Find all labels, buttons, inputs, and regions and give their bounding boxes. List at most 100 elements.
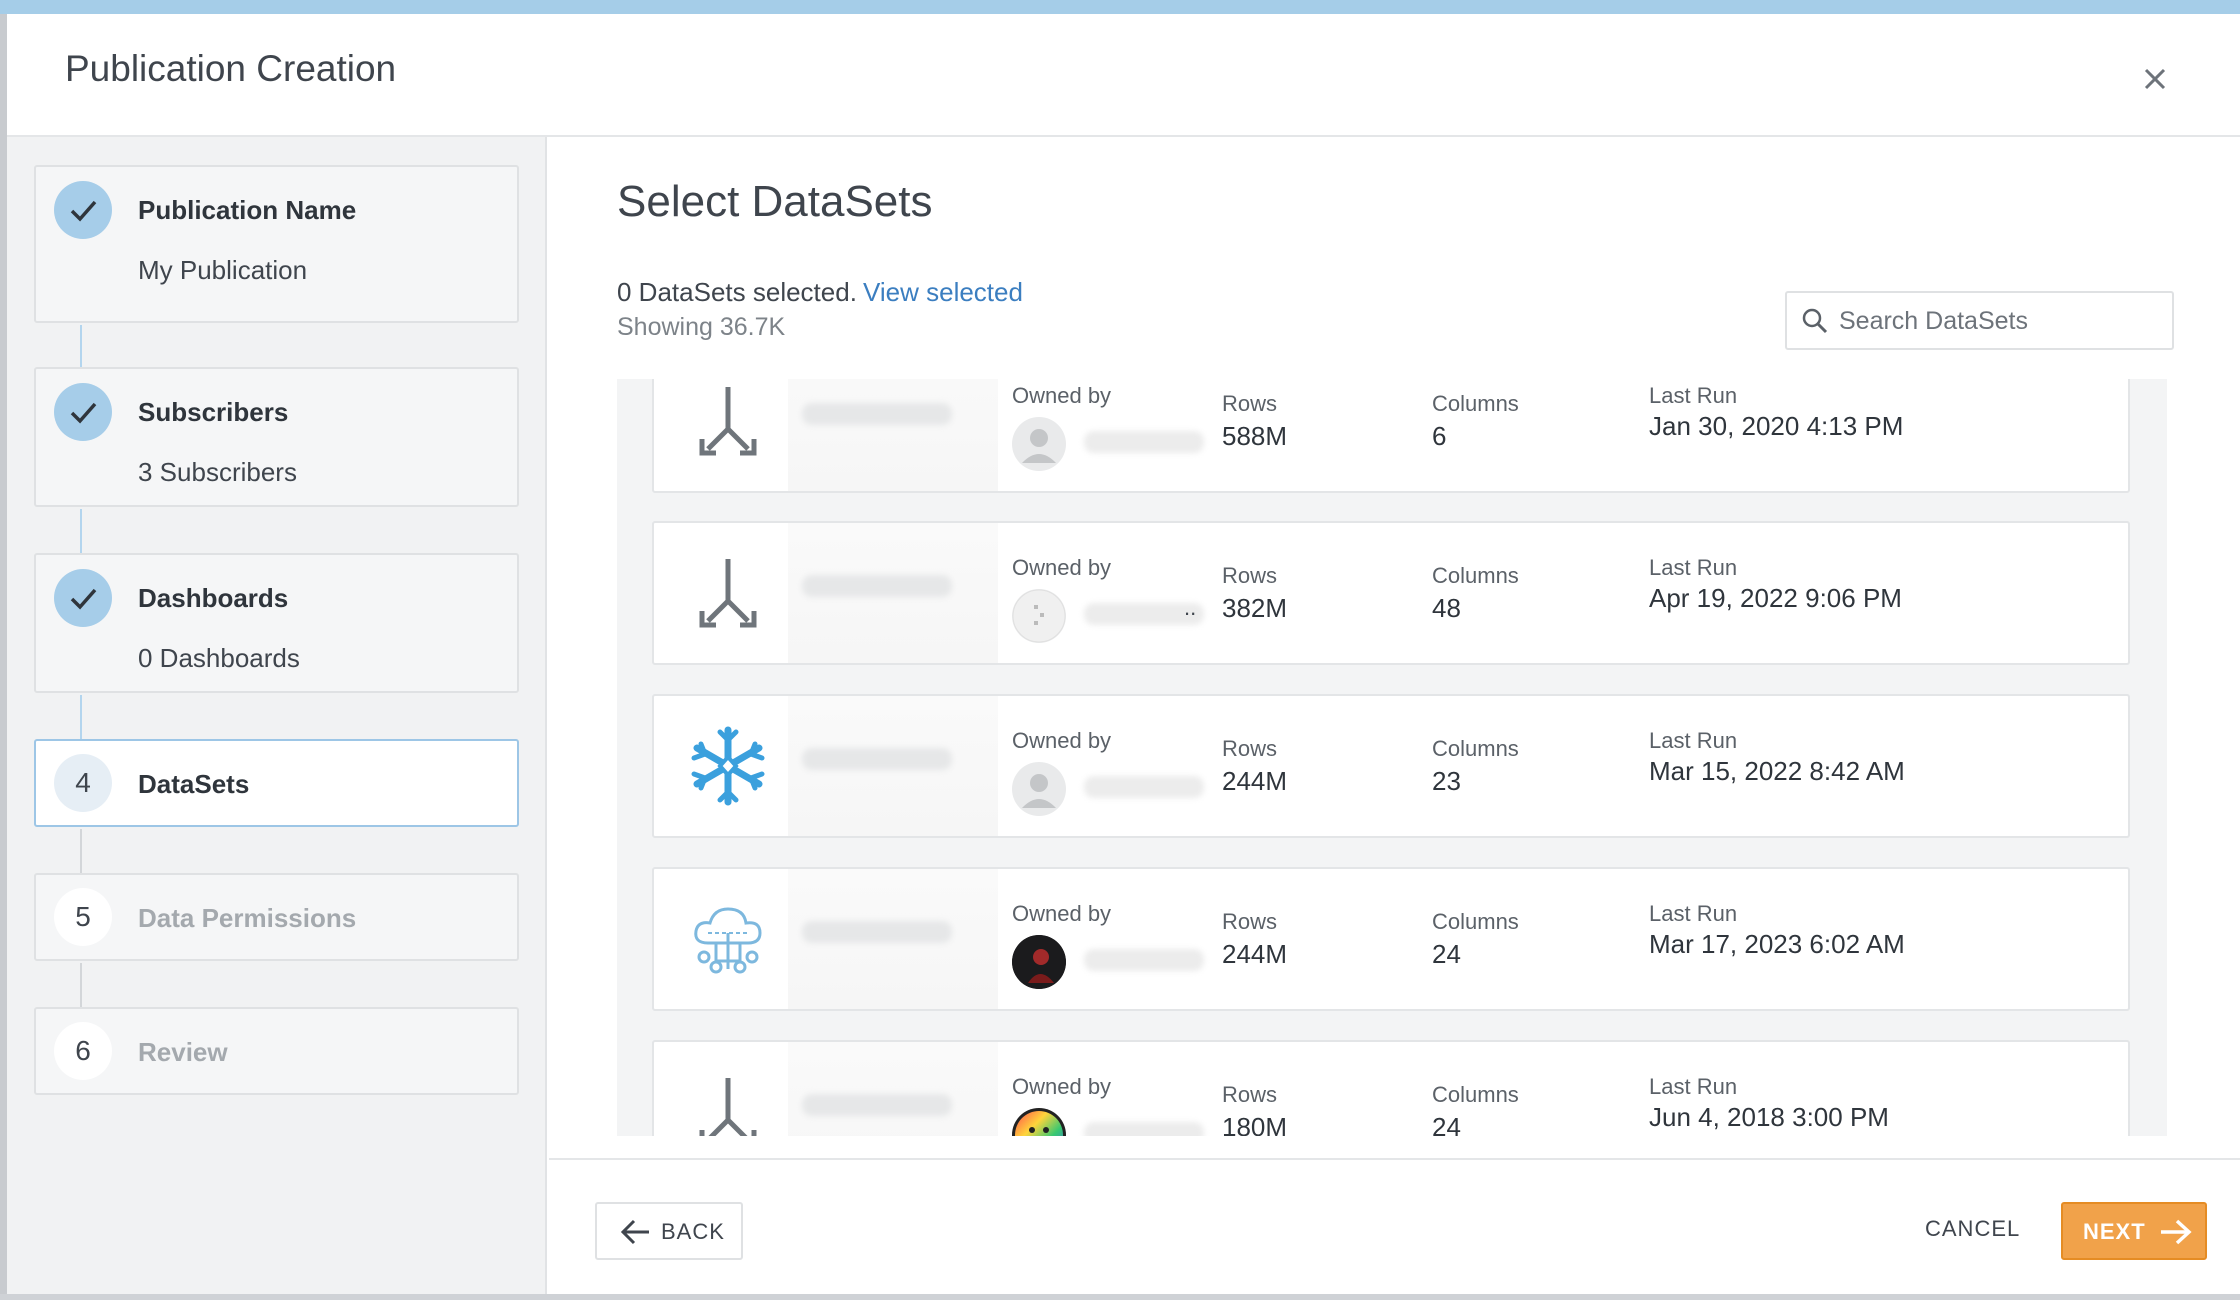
rows-value: 244M (1222, 766, 1288, 796)
columns-value: 6 (1432, 421, 1447, 451)
step-title: Dashboards (138, 583, 289, 613)
backdrop (0, 14, 7, 1300)
step-subtitle: 3 Subscribers (138, 457, 297, 487)
rows-value: 382M (1222, 593, 1288, 623)
dataflow-icon (699, 559, 757, 628)
snowflake-icon (691, 726, 765, 806)
columns-value: 48 (1432, 593, 1461, 623)
rows-value: 588M (1222, 421, 1288, 451)
search-box[interactable] (1785, 291, 2174, 350)
step-datasets[interactable]: 4 DataSets (34, 739, 519, 827)
view-selected-link[interactable]: View selected (863, 277, 1023, 308)
step-dashboards[interactable]: Dashboards 0 Dashboards (34, 553, 519, 693)
step-subtitle: 0 Dashboards (138, 643, 300, 673)
last-run-value: Mar 15, 2022 8:42 AM (1649, 756, 1905, 786)
photo-avatar (1012, 935, 1066, 989)
dataset-row[interactable]: Owned by .. Rows 382M Columns 48 Last Ru… (652, 521, 2130, 665)
checkmark-icon (70, 402, 97, 424)
steps-sidebar: Publication Name My Publication Subscrib… (7, 137, 547, 1294)
columns-label: Columns (1432, 736, 1519, 761)
step-number-badge: 6 (54, 1022, 112, 1080)
step-publication-name[interactable]: Publication Name My Publication (34, 165, 519, 323)
owned-by-label: Owned by (1012, 1074, 1112, 1099)
dataset-row[interactable]: Owned by Rows 244M Columns 23 Last Run M… (652, 694, 2130, 838)
selected-count: 0 DataSets selected. (617, 277, 857, 307)
owner-name-blurred (1084, 1122, 1204, 1136)
dataflow-icon (699, 1078, 757, 1136)
modal-title: Publication Creation (65, 48, 397, 89)
step-title: Subscribers (138, 397, 289, 427)
step-connector (80, 509, 82, 553)
rows-value: 180M (1222, 1112, 1288, 1136)
columns-value: 24 (1432, 1112, 1461, 1136)
step-data-permissions[interactable]: 5 Data Permissions (34, 873, 519, 961)
step-subscribers[interactable]: Subscribers 3 Subscribers (34, 367, 519, 507)
step-number-badge: 5 (54, 888, 112, 946)
dataset-name-blurred (788, 1042, 998, 1136)
search-input[interactable] (1839, 301, 2159, 341)
next-button-label: NEXT (2083, 1219, 2146, 1244)
step-title: Data Permissions (138, 903, 357, 933)
owned-by-label: Owned by (1012, 555, 1112, 580)
dataset-row[interactable]: Owned by Rows 244M Columns 24 Last Run M… (652, 867, 2130, 1011)
rows-value: 244M (1222, 939, 1288, 969)
arrow-right-icon (2161, 1219, 2192, 1245)
back-button-label: BACK (661, 1219, 725, 1244)
close-icon (2144, 68, 2166, 90)
rows-label: Rows (1222, 909, 1278, 934)
owned-by-label: Owned by (1012, 728, 1112, 753)
step-connector (80, 695, 82, 739)
page-title: Select DataSets (617, 177, 933, 226)
modal-header: Publication Creation (7, 14, 2240, 137)
step-connector (80, 829, 82, 873)
owned-by-label: Owned by (1012, 901, 1112, 926)
back-button[interactable]: BACK (595, 1202, 743, 1260)
arrow-left-icon (620, 1219, 649, 1245)
owner-name-ellipsis: .. (1184, 595, 1197, 620)
step-title: DataSets (138, 769, 250, 799)
dataset-list[interactable]: Owned by Rows 588M Columns 6 Last Run Ja… (617, 379, 2167, 1136)
last-run-value: Apr 19, 2022 9:06 PM (1649, 583, 1902, 613)
cancel-button[interactable]: CANCEL (1925, 1216, 2020, 1242)
last-run-label: Last Run (1649, 728, 1738, 753)
last-run-label: Last Run (1649, 901, 1738, 926)
last-run-label: Last Run (1649, 555, 1738, 580)
close-button[interactable] (2132, 56, 2178, 102)
rows-label: Rows (1222, 391, 1278, 416)
step-connector (80, 963, 82, 1007)
checkmark-icon (70, 588, 97, 610)
dataset-name-blurred (788, 523, 998, 663)
rows-label: Rows (1222, 1082, 1278, 1107)
step-title: Publication Name (138, 195, 357, 225)
publication-creation-modal: Publication Creation Publication Name My… (7, 14, 2240, 1294)
showing-count: Showing 36.7K (617, 313, 786, 341)
dataset-row[interactable]: Owned by Rows 588M Columns 6 Last Run Ja… (652, 379, 2130, 493)
columns-value: 24 (1432, 939, 1461, 969)
step-complete-badge (54, 569, 112, 627)
owned-by-label: Owned by (1012, 383, 1112, 408)
last-run-value: Jun 4, 2018 3:00 PM (1649, 1102, 1889, 1132)
last-run-label: Last Run (1649, 383, 1738, 408)
window-top-bar (0, 0, 2240, 14)
select-datasets-panel: Select DataSets 0 DataSets selected. Vie… (549, 137, 2240, 1294)
last-run-value: Mar 17, 2023 6:02 AM (1649, 929, 1905, 959)
default-avatar (1012, 589, 1066, 643)
last-run-value: Jan 30, 2020 4:13 PM (1649, 411, 1904, 441)
search-icon (1802, 308, 1828, 334)
dataset-name-blurred (788, 696, 998, 836)
default-avatar (1012, 417, 1066, 471)
step-number-badge: 4 (54, 754, 112, 812)
columns-label: Columns (1432, 909, 1519, 934)
owner-name-blurred (1084, 949, 1204, 971)
owner-name-blurred (1084, 776, 1204, 798)
columns-label: Columns (1432, 1082, 1519, 1107)
step-review[interactable]: 6 Review (34, 1007, 519, 1095)
dataset-row[interactable]: Owned by Rows 180M Columns 24 Last Run J… (652, 1040, 2130, 1136)
columns-label: Columns (1432, 391, 1519, 416)
dataset-name-blurred (788, 379, 998, 491)
next-button[interactable]: NEXT (2061, 1202, 2207, 1260)
checkmark-icon (70, 200, 97, 222)
step-title: Review (138, 1037, 228, 1067)
step-subtitle: My Publication (138, 255, 308, 285)
columns-value: 23 (1432, 766, 1461, 796)
